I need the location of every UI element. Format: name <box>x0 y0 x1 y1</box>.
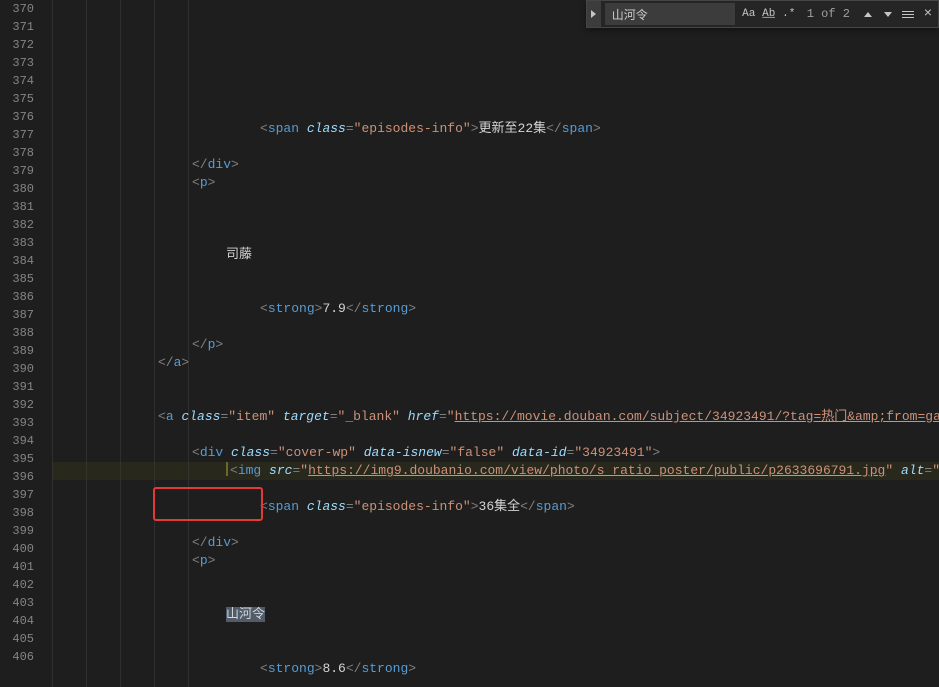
arrow-up-icon <box>864 12 872 17</box>
find-match-case[interactable]: Aa <box>739 4 759 24</box>
find-toggle-replace[interactable] <box>587 1 601 27</box>
line-number: 370 <box>0 0 34 18</box>
code-line[interactable] <box>52 228 939 246</box>
line-number: 391 <box>0 378 34 396</box>
line-number: 381 <box>0 198 34 216</box>
code-editor: 3703713723733743753763773783793803813823… <box>0 0 939 687</box>
code-line[interactable]: 山河令 <box>52 606 939 624</box>
line-number: 387 <box>0 306 34 324</box>
line-number: 379 <box>0 162 34 180</box>
line-number: 403 <box>0 594 34 612</box>
code-line[interactable] <box>52 282 939 300</box>
line-number: 396 <box>0 468 34 486</box>
code-line[interactable] <box>52 516 939 534</box>
code-line[interactable] <box>52 426 939 444</box>
code-line[interactable] <box>52 642 939 660</box>
code-line[interactable]: </div> <box>52 534 939 552</box>
code-line[interactable] <box>52 624 939 642</box>
line-number: 397 <box>0 486 34 504</box>
code-line[interactable]: <strong>7.9</strong> <box>52 300 939 318</box>
line-number: 384 <box>0 252 34 270</box>
line-number: 378 <box>0 144 34 162</box>
line-number: 394 <box>0 432 34 450</box>
indent-guide <box>120 0 121 687</box>
code-line[interactable] <box>52 570 939 588</box>
line-number: 404 <box>0 612 34 630</box>
find-input[interactable] <box>605 3 735 25</box>
indent-guide <box>52 0 53 687</box>
code-line[interactable]: <span class="episodes-info">更新至22集</span… <box>52 120 939 138</box>
code-content[interactable]: <span class="episodes-info">更新至22集</span… <box>48 0 939 687</box>
line-number: 388 <box>0 324 34 342</box>
line-number: 392 <box>0 396 34 414</box>
line-number: 405 <box>0 630 34 648</box>
line-number: 395 <box>0 450 34 468</box>
find-match-whole-word[interactable]: A̲b̲ <box>759 4 779 24</box>
chevron-right-icon <box>591 10 596 18</box>
indent-guide <box>86 0 87 687</box>
line-number: 399 <box>0 522 34 540</box>
indent-guide <box>188 0 189 687</box>
arrow-down-icon <box>884 12 892 17</box>
code-line[interactable]: <img src="https://img9.doubanio.com/view… <box>52 462 939 480</box>
line-number: 400 <box>0 540 34 558</box>
code-line[interactable] <box>52 480 939 498</box>
line-number: 402 <box>0 576 34 594</box>
line-number: 372 <box>0 36 34 54</box>
line-number: 376 <box>0 108 34 126</box>
line-number: 371 <box>0 18 34 36</box>
line-number: 383 <box>0 234 34 252</box>
line-number-gutter: 3703713723733743753763773783793803813823… <box>0 0 48 687</box>
code-line[interactable]: <div class="cover-wp" data-isnew="false"… <box>52 444 939 462</box>
find-widget: Aa A̲b̲ .* 1 of 2 × <box>586 0 939 28</box>
code-line[interactable] <box>52 678 939 687</box>
code-line[interactable]: </p> <box>52 336 939 354</box>
line-number: 401 <box>0 558 34 576</box>
line-number: 389 <box>0 342 34 360</box>
find-use-regex[interactable]: .* <box>779 4 799 24</box>
line-number: 382 <box>0 216 34 234</box>
line-number: 375 <box>0 90 34 108</box>
code-line[interactable]: <p> <box>52 552 939 570</box>
find-in-selection[interactable] <box>898 4 918 24</box>
find-next-button[interactable] <box>878 4 898 24</box>
code-line[interactable]: <a class="item" target="_blank" href="ht… <box>52 408 939 426</box>
code-line[interactable]: </div> <box>52 156 939 174</box>
close-icon: × <box>924 7 932 21</box>
find-options: Aa A̲b̲ .* <box>739 4 799 24</box>
code-line[interactable]: </a> <box>52 354 939 372</box>
line-number: 393 <box>0 414 34 432</box>
code-line[interactable] <box>52 264 939 282</box>
line-number: 390 <box>0 360 34 378</box>
hamburger-icon <box>902 11 914 18</box>
line-number: 398 <box>0 504 34 522</box>
code-line[interactable]: <strong>8.6</strong> <box>52 660 939 678</box>
code-line[interactable]: 司藤 <box>52 246 939 264</box>
code-line[interactable] <box>52 372 939 390</box>
code-line[interactable] <box>52 210 939 228</box>
code-line[interactable] <box>52 192 939 210</box>
code-line[interactable] <box>52 390 939 408</box>
line-number: 380 <box>0 180 34 198</box>
line-number: 406 <box>0 648 34 666</box>
find-close-button[interactable]: × <box>918 4 938 24</box>
line-number: 373 <box>0 54 34 72</box>
code-line[interactable]: <span class="episodes-info">36集全</span> <box>52 498 939 516</box>
find-prev-button[interactable] <box>858 4 878 24</box>
line-number: 386 <box>0 288 34 306</box>
line-number: 385 <box>0 270 34 288</box>
line-number: 377 <box>0 126 34 144</box>
code-line[interactable] <box>52 138 939 156</box>
line-number: 374 <box>0 72 34 90</box>
indent-guide <box>154 0 155 687</box>
find-result-count: 1 of 2 <box>807 7 850 21</box>
code-line[interactable]: <p> <box>52 174 939 192</box>
code-line[interactable] <box>52 318 939 336</box>
code-line[interactable] <box>52 588 939 606</box>
